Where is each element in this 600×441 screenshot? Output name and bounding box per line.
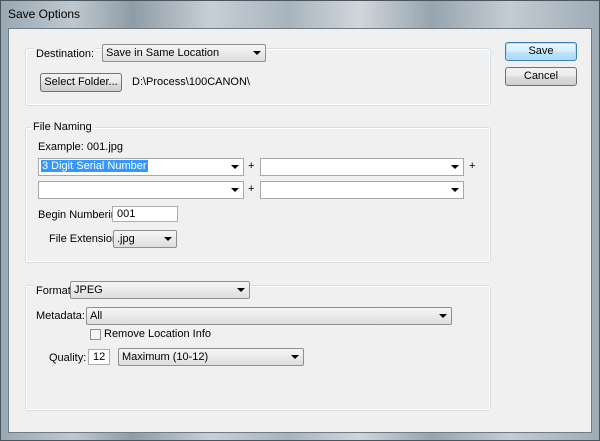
cancel-button[interactable]: Cancel <box>505 67 577 86</box>
quality-input[interactable]: 12 <box>88 349 110 365</box>
save-options-window: Save Options Destination: Save in Same L… <box>0 0 600 441</box>
begin-numbering-value: 001 <box>117 208 136 220</box>
chevron-down-icon <box>231 165 239 169</box>
naming-field-4[interactable] <box>260 181 464 199</box>
chevron-down-icon <box>439 314 447 318</box>
format-dropdown[interactable]: JPEG <box>70 281 250 299</box>
plus-sign: + <box>469 160 476 172</box>
file-extension-label: File Extension: <box>49 233 122 245</box>
dialog-body: Destination: Save in Same Location Selec… <box>8 28 592 433</box>
plus-sign: + <box>248 160 255 172</box>
destination-dropdown[interactable]: Save in Same Location <box>102 44 266 62</box>
file-naming-legend: File Naming <box>31 121 94 133</box>
destination-label: Destination: <box>34 48 97 60</box>
metadata-value: All <box>90 310 103 322</box>
select-folder-button[interactable]: Select Folder... <box>40 73 122 92</box>
destination-group: Destination: Save in Same Location Selec… <box>25 44 491 106</box>
chevron-down-icon <box>291 355 299 359</box>
naming-field-1-value: 3 Digit Serial Number <box>41 160 148 172</box>
quality-label: Quality: <box>49 352 87 364</box>
plus-sign: + <box>248 183 255 195</box>
metadata-dropdown[interactable]: All <box>86 307 452 325</box>
begin-numbering-input[interactable]: 001 <box>112 206 178 222</box>
quality-preset-value: Maximum (10-12) <box>122 351 209 363</box>
quality-preset-dropdown[interactable]: Maximum (10-12) <box>118 348 304 366</box>
file-extension-value: .jpg <box>117 233 135 245</box>
remove-location-label: Remove Location Info <box>104 328 212 340</box>
chevron-down-icon <box>164 237 172 241</box>
chevron-down-icon <box>237 288 245 292</box>
chevron-down-icon <box>231 188 239 192</box>
destination-path: D:\Process\100CANON\ <box>132 76 250 88</box>
format-value: JPEG <box>74 284 103 296</box>
window-title: Save Options <box>8 7 81 21</box>
save-button[interactable]: Save <box>505 42 577 61</box>
quality-value: 12 <box>93 351 106 363</box>
naming-field-3[interactable] <box>38 181 244 199</box>
chevron-down-icon <box>451 188 459 192</box>
chevron-down-icon <box>253 51 261 55</box>
metadata-label: Metadata: <box>36 310 85 322</box>
naming-field-2[interactable] <box>260 158 464 176</box>
destination-value: Save in Same Location <box>106 47 220 59</box>
chevron-down-icon <box>451 165 459 169</box>
remove-location-checkbox[interactable] <box>90 329 101 340</box>
file-extension-dropdown[interactable]: .jpg <box>113 230 177 248</box>
format-group: Format: JPEG Metadata: All Remove Locati… <box>25 281 491 411</box>
title-bar[interactable]: Save Options <box>1 1 599 27</box>
naming-field-1[interactable]: 3 Digit Serial Number <box>38 158 244 176</box>
file-naming-group: File Naming Example: 001.jpg 3 Digit Ser… <box>25 121 491 263</box>
naming-example: Example: 001.jpg <box>38 141 123 153</box>
